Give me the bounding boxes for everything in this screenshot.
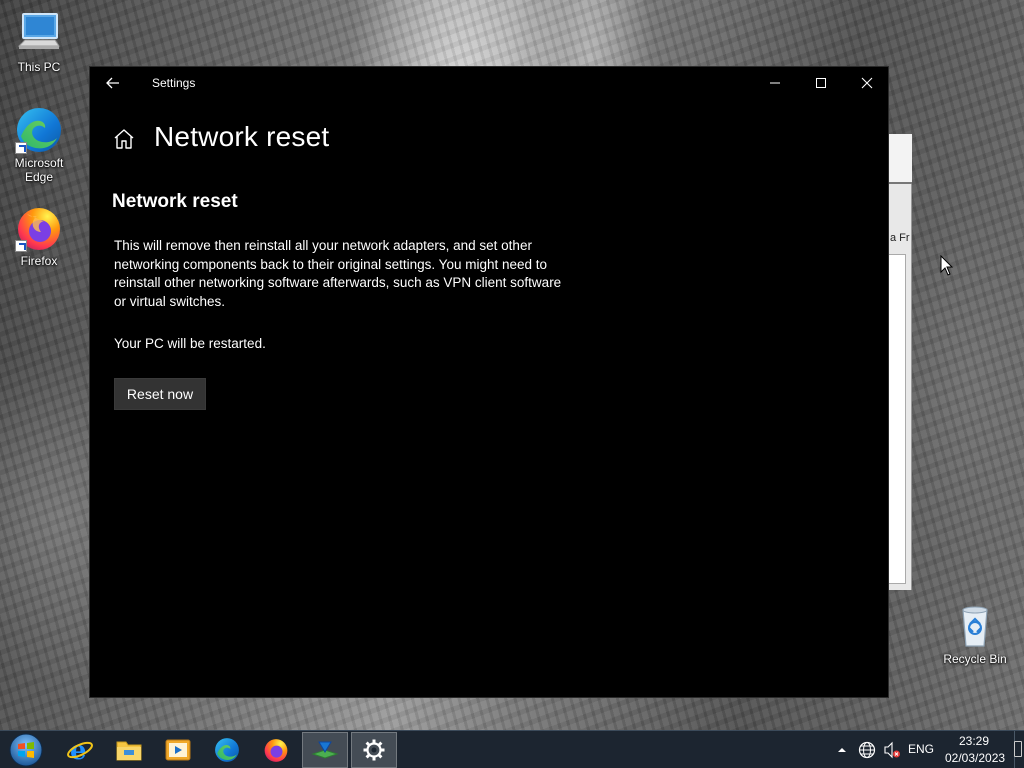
edge-icon xyxy=(215,738,239,762)
taskbar-settings[interactable] xyxy=(351,732,397,768)
background-window-label: a Fr xyxy=(890,232,910,244)
window-title: Settings xyxy=(152,76,196,90)
taskbar-firefox[interactable] xyxy=(253,732,299,768)
globe-icon xyxy=(858,741,876,759)
media-player-icon xyxy=(165,739,191,761)
background-window-pane xyxy=(888,254,906,584)
show-hidden-icons-button[interactable] xyxy=(830,732,854,768)
start-icon xyxy=(9,733,43,767)
background-window[interactable]: a Fr xyxy=(888,134,912,590)
page-title: Network reset xyxy=(154,121,330,152)
taskbar-network-app[interactable] xyxy=(302,732,348,768)
home-icon xyxy=(114,129,134,149)
desktop-icon-label: Microsoft Edge xyxy=(14,156,64,184)
desktop-icon-this-pc[interactable]: This PC xyxy=(4,10,74,74)
desktop-icon-label: This PC xyxy=(17,60,61,74)
desktop-icon-firefox[interactable]: Firefox xyxy=(4,204,74,268)
file-explorer-icon xyxy=(116,741,142,761)
section-heading: Network reset xyxy=(112,191,238,212)
firefox-icon xyxy=(264,739,288,762)
desktop-icon-label: Recycle Bin xyxy=(943,652,1007,666)
back-button[interactable] xyxy=(98,68,128,98)
background-window-toolbar xyxy=(888,134,912,184)
description-text: This will remove then reinstall all your… xyxy=(114,238,562,309)
chevron-up-icon xyxy=(838,748,846,752)
recycle-bin-icon xyxy=(951,602,999,650)
close-button[interactable] xyxy=(844,67,890,99)
computer-icon xyxy=(15,10,63,58)
clock-time[interactable]: 23:29 xyxy=(959,734,989,748)
home-button[interactable] xyxy=(112,127,136,151)
taskbar-internet-explorer[interactable]: e xyxy=(57,732,103,768)
settings-icon xyxy=(363,739,385,761)
volume-muted-icon xyxy=(884,741,900,759)
maximize-icon xyxy=(816,78,826,88)
minimize-button[interactable] xyxy=(752,67,798,99)
restart-note: Your PC will be restarted. xyxy=(114,336,266,351)
taskbar-file-explorer[interactable] xyxy=(106,732,152,768)
firefox-icon xyxy=(15,204,63,252)
maximize-button[interactable] xyxy=(798,67,844,99)
start-button[interactable] xyxy=(2,732,50,768)
taskbar: e ENG 23:29 02/03/2023 xyxy=(0,730,1024,768)
edge-icon xyxy=(15,106,63,154)
taskbar-media-player[interactable] xyxy=(155,732,201,768)
close-icon xyxy=(861,77,873,89)
minimize-icon xyxy=(770,82,780,84)
desktop-icon-recycle-bin[interactable]: Recycle Bin xyxy=(940,602,1010,666)
desktop-icon-edge[interactable]: Microsoft Edge xyxy=(4,106,74,184)
svg-text:e: e xyxy=(70,736,87,764)
network-status-button[interactable] xyxy=(854,732,880,768)
network-app-icon xyxy=(311,741,339,759)
title-bar[interactable]: Settings xyxy=(90,67,890,99)
notification-icon[interactable] xyxy=(1014,741,1022,757)
internet-explorer-icon: e xyxy=(67,736,93,764)
back-arrow-icon xyxy=(106,77,119,89)
settings-window: Settings Network reset Network reset Thi… xyxy=(89,66,889,698)
taskbar-edge[interactable] xyxy=(204,732,250,768)
volume-button[interactable] xyxy=(880,732,904,768)
desktop-icon-label: Firefox xyxy=(20,254,58,268)
reset-now-button[interactable]: Reset now xyxy=(114,378,206,410)
mouse-cursor-icon xyxy=(940,255,954,276)
clock-date[interactable]: 02/03/2023 xyxy=(945,751,1005,765)
language-indicator[interactable]: ENG xyxy=(908,742,934,756)
